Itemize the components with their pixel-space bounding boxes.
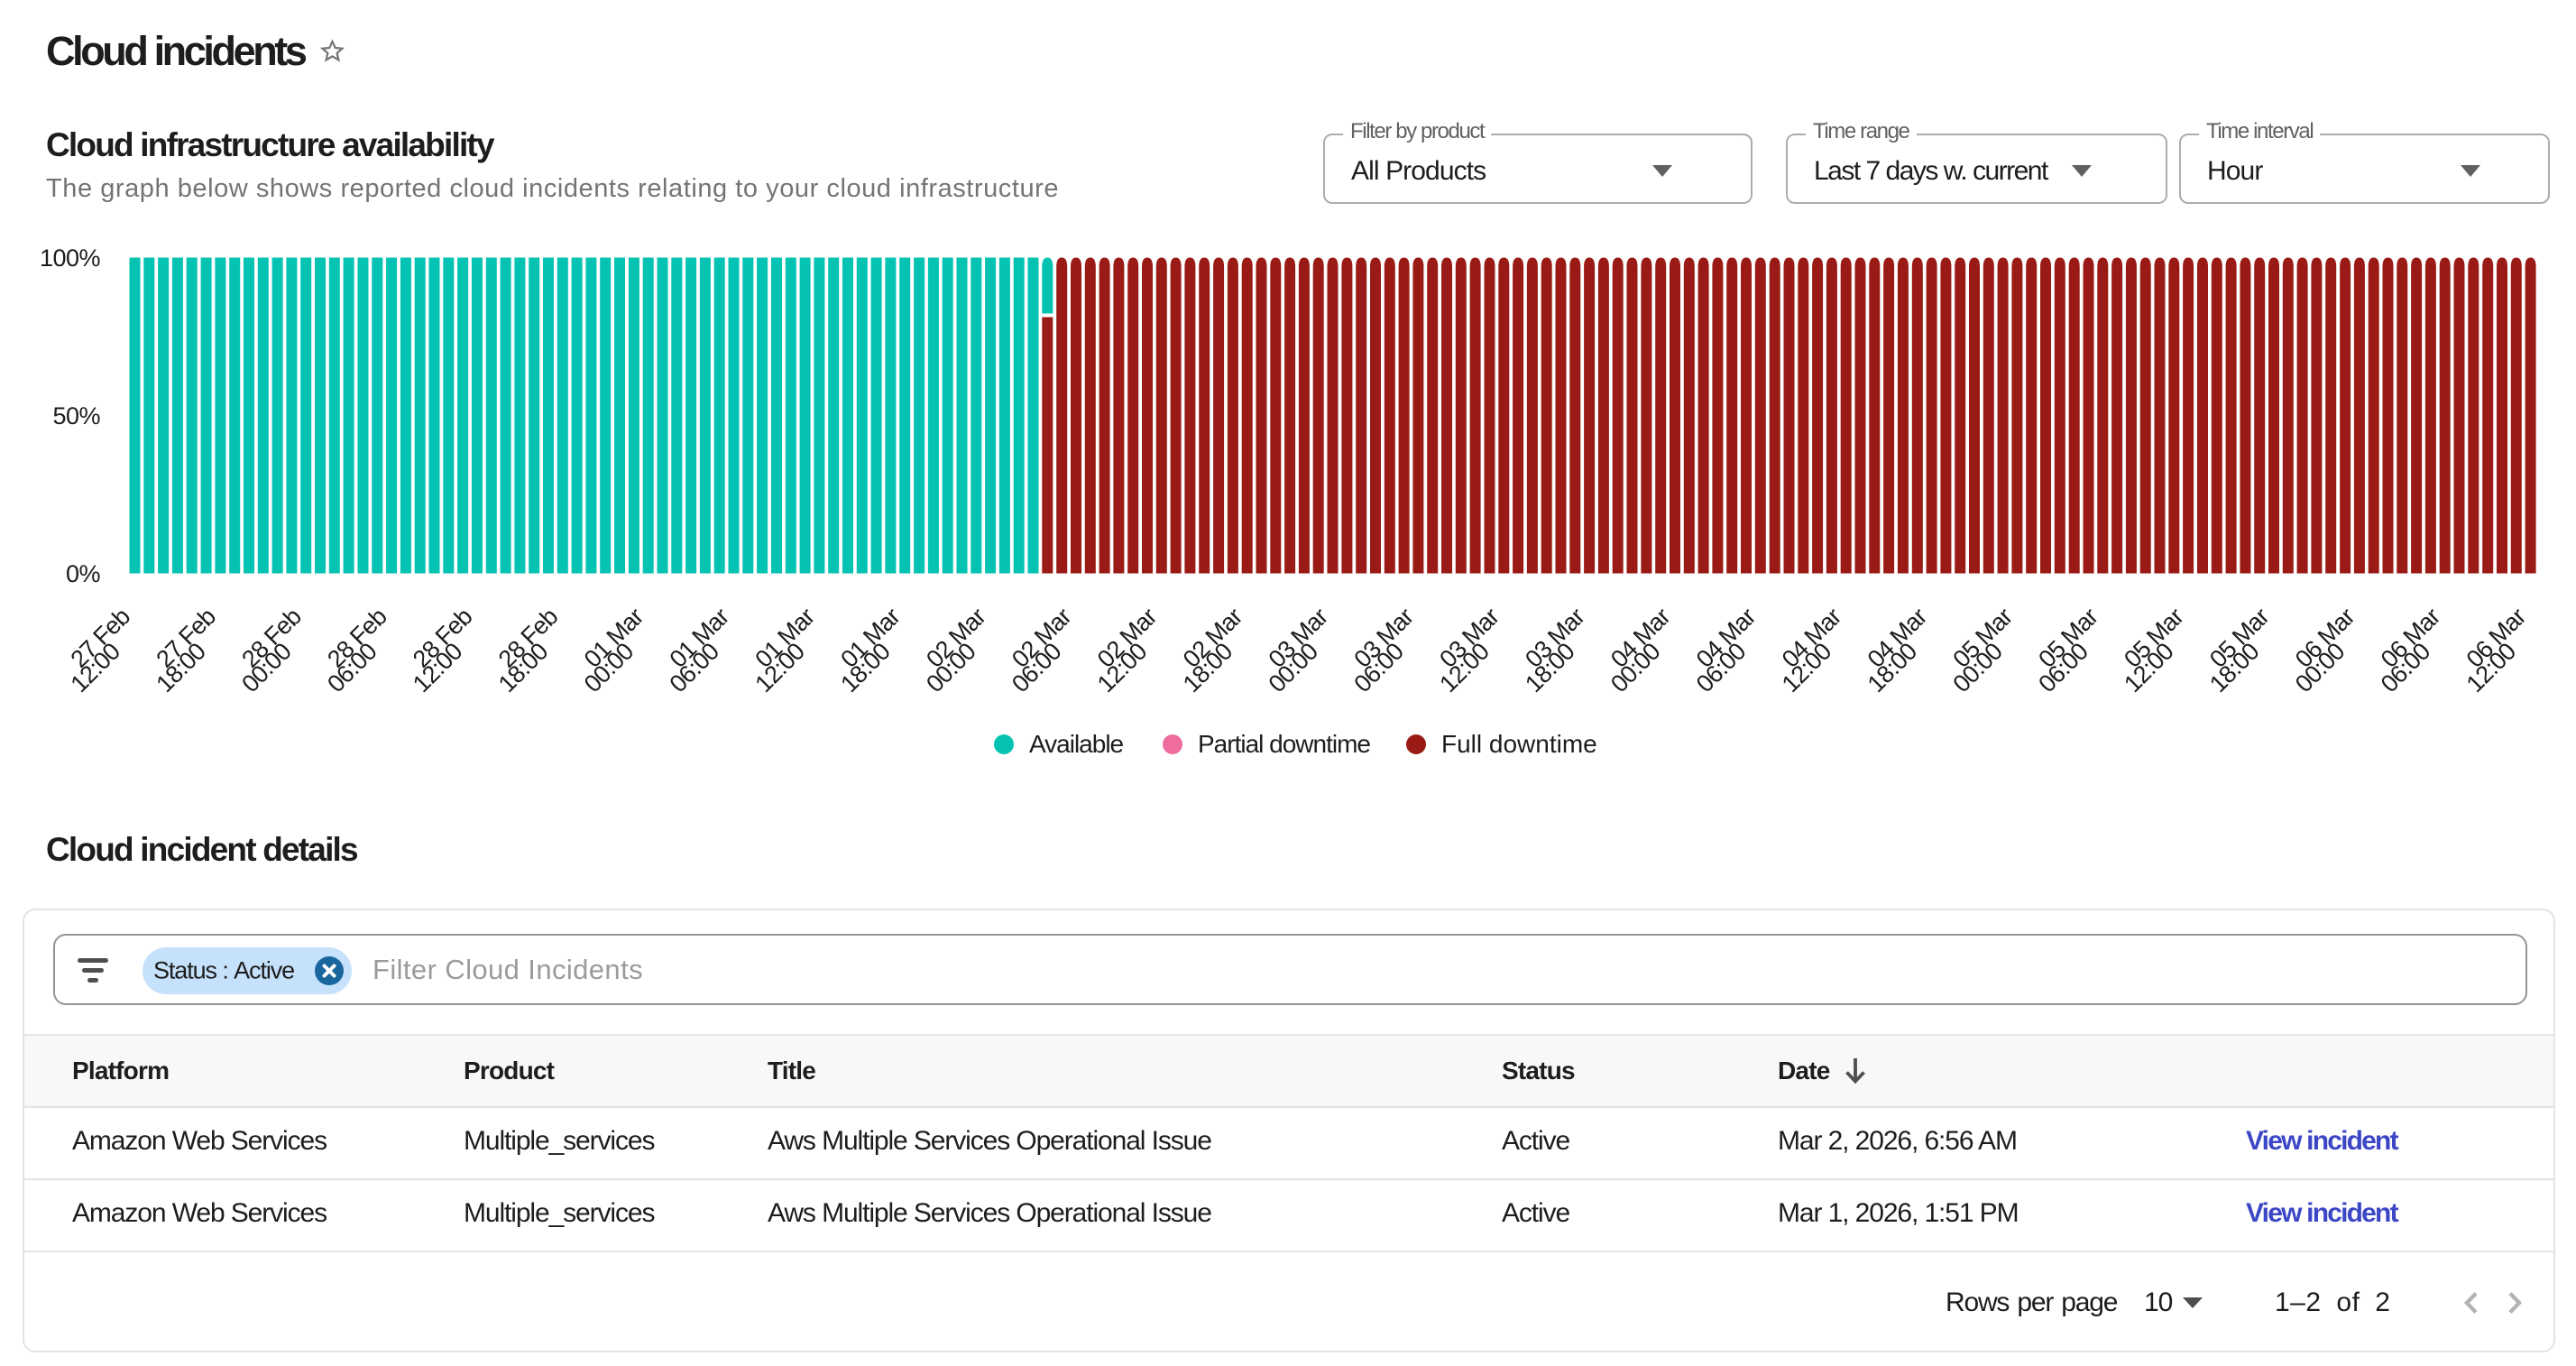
- svg-text:0%: 0%: [66, 560, 101, 587]
- svg-text:50%: 50%: [52, 402, 100, 429]
- svg-text:100%: 100%: [40, 245, 101, 272]
